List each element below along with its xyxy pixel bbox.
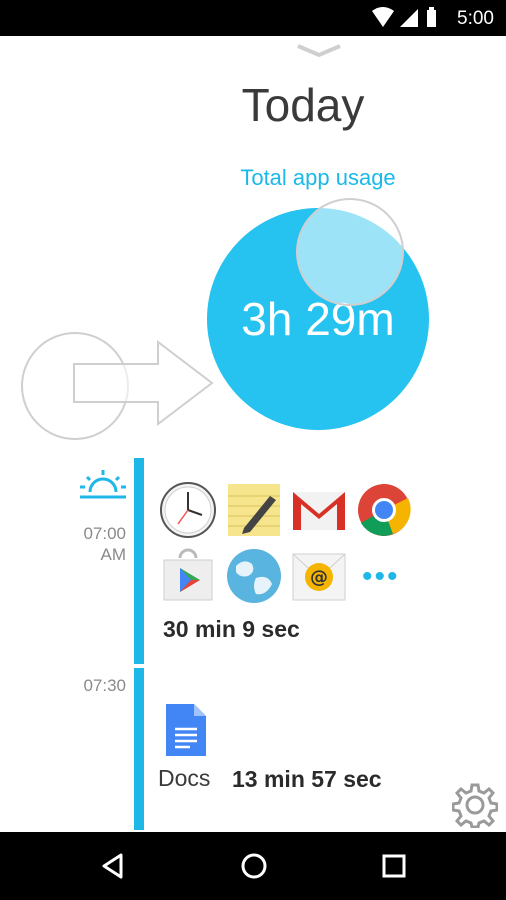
back-icon[interactable] [100, 852, 124, 885]
time-label: 07:30 [83, 676, 126, 695]
battery-icon [427, 7, 436, 27]
chevron-down-icon[interactable] [296, 44, 342, 63]
cell-signal-icon [400, 9, 418, 27]
wifi-icon [372, 7, 394, 27]
timeline-bar [134, 458, 144, 830]
home-icon[interactable] [240, 852, 268, 885]
usage-duration: 30 min 9 sec [163, 616, 300, 642]
timeline-divider [134, 664, 144, 668]
swipe-arrow-icon [70, 339, 220, 431]
time-label-ampm: AM [100, 545, 127, 564]
page-title: Today [241, 79, 365, 131]
status-bar: 5:00 [0, 0, 506, 36]
notes-icon[interactable] [226, 482, 282, 538]
app-name-label: Docs [158, 765, 211, 791]
status-clock: 5:00 [457, 8, 494, 29]
browser-globe-icon[interactable] [226, 548, 282, 604]
status-icons [372, 7, 436, 34]
total-usage-value: 3h 29m [241, 293, 395, 345]
gmail-icon[interactable] [291, 482, 347, 538]
recents-icon[interactable] [381, 853, 407, 884]
play-store-icon[interactable] [160, 548, 216, 604]
more-apps-icon[interactable]: ••• [362, 560, 400, 594]
time-label: 07:00 [83, 524, 126, 543]
settings-gear-icon[interactable] [451, 782, 499, 833]
usage-subtitle: Total app usage [240, 165, 396, 190]
chrome-icon[interactable] [356, 482, 412, 538]
docs-icon[interactable] [164, 702, 208, 758]
usage-duration: 13 min 57 sec [232, 766, 382, 792]
clock-icon[interactable] [160, 482, 216, 538]
sunrise-icon [78, 468, 128, 509]
touch-indicator [296, 198, 404, 306]
email-icon[interactable]: @ [291, 548, 347, 604]
navigation-bar [0, 832, 506, 900]
svg-text:@: @ [310, 567, 328, 588]
